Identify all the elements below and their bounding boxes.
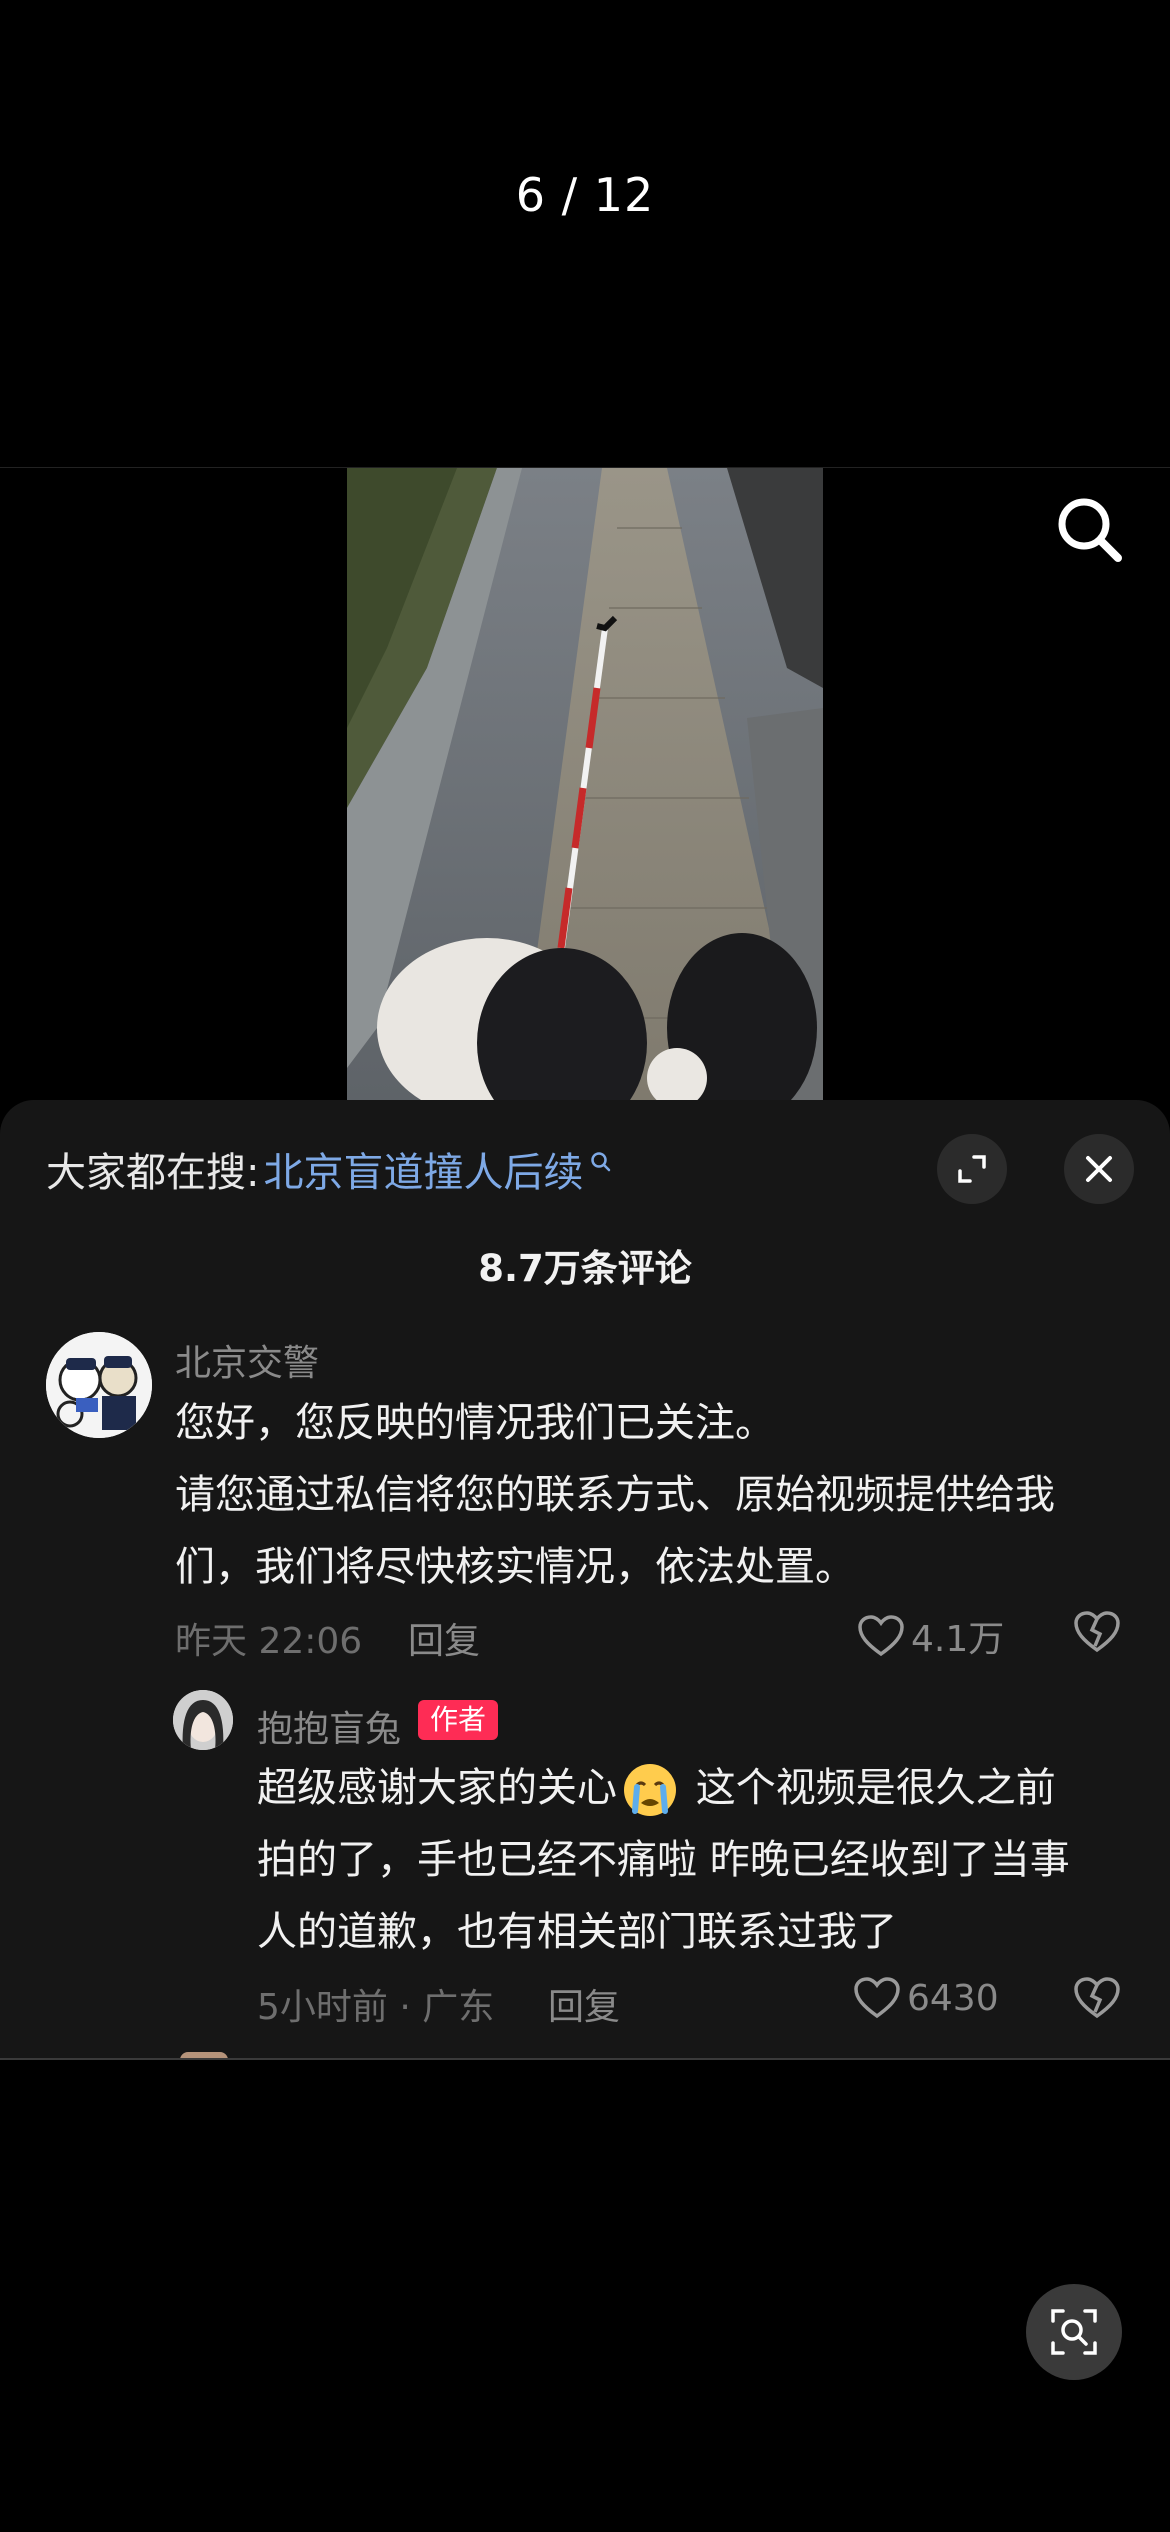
search-button[interactable] xyxy=(1050,490,1130,570)
reply-username[interactable]: 抱抱盲兔 xyxy=(257,1700,401,1752)
comment-text-line: 请您通过私信将您的联系方式、原始视频提供给我 xyxy=(175,1472,1055,1518)
reply-time-location: 5小时前 · 广东 xyxy=(257,1987,495,2028)
like-count: 6430 xyxy=(907,1977,999,2019)
broken-heart-icon xyxy=(1074,1977,1120,2019)
comment-count: 8.7万条评论 xyxy=(478,1247,692,1290)
expand-button[interactable] xyxy=(937,1134,1007,1204)
expand-icon xyxy=(958,1155,986,1183)
reply-text-line: 人的道歉，也有相关部门联系过我了 xyxy=(257,1909,897,1955)
video-player[interactable] xyxy=(347,468,823,1100)
close-button[interactable] xyxy=(1064,1134,1134,1204)
video-frame xyxy=(347,468,823,1100)
heart-icon xyxy=(858,1615,904,1657)
lens-search-icon xyxy=(1051,2309,1097,2355)
reply-text-segment: 这个视频是很久之前 xyxy=(683,1765,1056,1811)
dislike-button[interactable] xyxy=(1073,1610,1121,1658)
dislike-button[interactable] xyxy=(1073,1976,1121,2024)
search-icon xyxy=(591,1152,611,1172)
avatar[interactable] xyxy=(173,1690,233,1750)
crying-face-emoji xyxy=(624,1764,676,1816)
reply-text-line: 拍的了，手也已经不痛啦 昨晚已经收到了当事 xyxy=(257,1837,1070,1883)
avatar[interactable] xyxy=(46,1332,152,1438)
hot-search-label: 大家都在搜: xyxy=(46,1150,260,1196)
lens-search-button[interactable] xyxy=(1026,2284,1122,2380)
divider xyxy=(0,2058,1170,2060)
reply-text-segment: 超级感谢大家的关心 xyxy=(257,1765,617,1811)
heart-icon xyxy=(854,1977,900,2019)
search-icon xyxy=(1058,498,1122,562)
hot-search-bar[interactable]: 大家都在搜: 北京盲道撞人后续 xyxy=(46,1140,613,1198)
comment-time: 昨天 22:06 xyxy=(175,1621,363,1662)
reply-button[interactable]: 回复 xyxy=(548,1978,620,2030)
avatar-illustration xyxy=(46,1332,152,1438)
reply-button[interactable]: 回复 xyxy=(408,1612,480,1664)
close-icon xyxy=(1086,1156,1112,1182)
like-button[interactable]: 4.1万 xyxy=(857,1610,1004,1662)
avatar-photo xyxy=(173,1690,233,1750)
like-button[interactable]: 6430 xyxy=(853,1976,999,2020)
comment-username[interactable]: 北京交警 xyxy=(175,1334,319,1386)
page-counter: 6 / 12 xyxy=(515,168,655,222)
broken-heart-icon xyxy=(1074,1611,1120,1653)
author-badge: 作者 xyxy=(418,1700,499,1740)
hot-search-keyword[interactable]: 北京盲道撞人后续 xyxy=(263,1140,583,1198)
like-count: 4.1万 xyxy=(911,1619,1005,1660)
comment-text-line: 们，我们将尽快核实情况，依法处置。 xyxy=(175,1544,855,1590)
comment-text-line: 您好，您反映的情况我们已关注。 xyxy=(175,1400,775,1446)
reply-text-line: 超级感谢大家的关心 这个视频是很久之前 xyxy=(257,1752,1056,1824)
